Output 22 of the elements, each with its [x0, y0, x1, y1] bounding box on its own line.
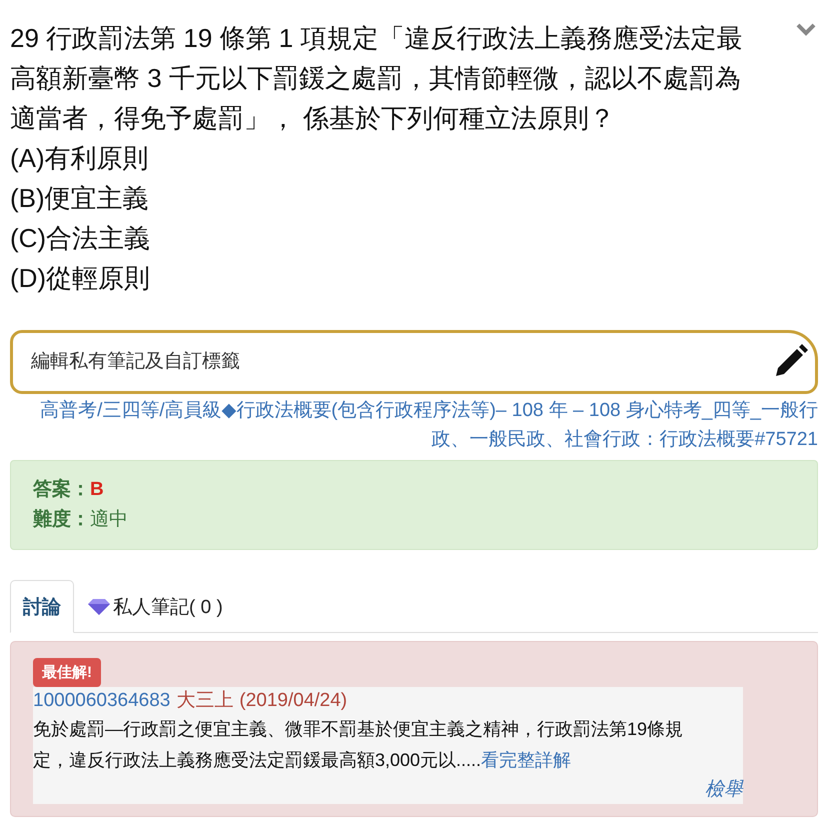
answer-option: (D)從輕原則 — [10, 258, 150, 298]
chevron-down-icon[interactable] — [796, 22, 816, 36]
report-link[interactable]: 檢舉 — [705, 779, 743, 800]
answer-label: 答案： — [33, 477, 90, 502]
full-answer-link[interactable]: 看完整詳解 — [481, 750, 572, 770]
user-rank: 大三上 — [176, 689, 234, 713]
note-field[interactable]: 編輯私有筆記及自訂標籤 — [10, 330, 818, 394]
question-text: 29 行政罰法第 19 條第 1 項規定「違反行政法上義務應受法定最高額新臺幣 3 千元以下罰鍰之處罰，其情節輕微，認以不處罰為適當者，得免予處罰」， 係基於下列何種立法原則？ — [10, 22, 744, 135]
answer-value: B — [90, 478, 104, 502]
tab[interactable]: 私人筆記( 0 ) — [74, 580, 236, 633]
answer-text: 免於處罰—行政罰之便宜主義、微罪不罰基於便宜主義之精神，行政罰法第19條規定，違反行政法上義務應受法定罰鍰最高額3,000元以.....看完整詳解 — [33, 718, 684, 772]
user-link[interactable]: 1000060364683 — [33, 688, 170, 714]
difficulty-value: 適中 — [90, 508, 128, 532]
category-link[interactable]: 高普考/三四等/高員級◆行政法概要(包含行政程序法等)– 108 年 – 108 身心特考_四等_一般行政、一般民政、社會行政：行政法概要#75721 — [10, 396, 818, 454]
answer-option: (A)有利原則 — [10, 138, 149, 178]
diamond-icon — [87, 598, 111, 616]
post-date: (2019/04/24) — [239, 689, 348, 713]
tab[interactable]: 討論 — [10, 580, 74, 633]
answer-option: (B)便宜主義 — [10, 178, 149, 218]
difficulty-label: 難度： — [33, 508, 90, 532]
answer-option: (C)合法主義 — [10, 218, 150, 258]
best-answer-badge: 最佳解! — [33, 658, 101, 687]
